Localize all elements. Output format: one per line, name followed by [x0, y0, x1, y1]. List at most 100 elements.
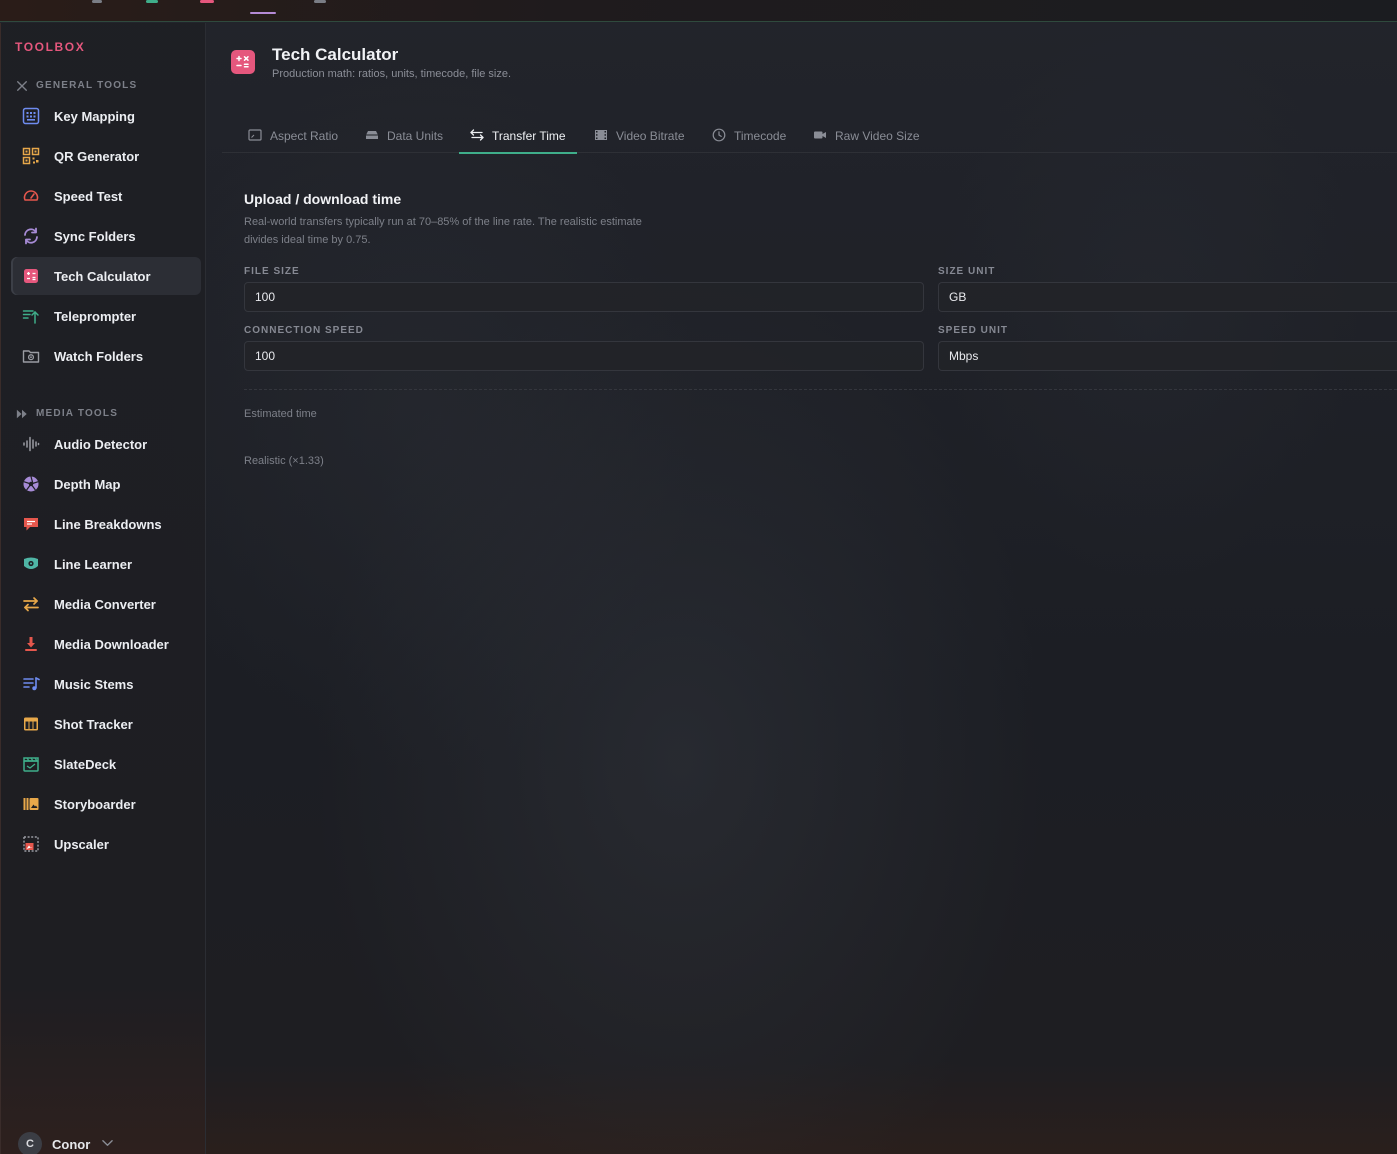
- sidebar-item-label: Watch Folders: [54, 348, 144, 364]
- general-tools-section-label: GENERAL TOOLS: [15, 79, 137, 92]
- page-title: Tech Calculator: [272, 45, 399, 64]
- tools-icon: [15, 79, 28, 92]
- download-icon: [21, 634, 41, 654]
- size-unit-select[interactable]: GB: [938, 282, 1397, 312]
- sidebar-item-media-converter[interactable]: Media Converter: [11, 585, 201, 623]
- file-size-label: FILE SIZE: [244, 266, 300, 277]
- sidebar-item-label: Upscaler: [54, 836, 109, 852]
- general-tools-label: GENERAL TOOLS: [36, 80, 138, 91]
- film-icon: [594, 128, 608, 145]
- sidebar-item-label: Speed Test: [54, 188, 123, 204]
- sidebar-item-shot-tracker[interactable]: Shot Tracker: [11, 705, 201, 743]
- watch-folder-icon: [21, 346, 41, 366]
- top-strip: [0, 0, 1397, 22]
- clapperboard-icon: [21, 754, 41, 774]
- sidebar-item-label: Media Converter: [54, 596, 156, 612]
- music-list-icon: [21, 674, 41, 694]
- top-tab-active-marker: [250, 12, 276, 14]
- sidebar-item-upscaler[interactable]: Upscaler: [11, 825, 201, 863]
- sidebar-item-tech-calculator[interactable]: Tech Calculator: [11, 257, 201, 295]
- storage-icon: [365, 128, 379, 145]
- connection-speed-input[interactable]: [244, 341, 924, 371]
- sidebar-item-label: Sync Folders: [54, 228, 136, 244]
- sidebar-item-label: Depth Map: [54, 476, 121, 492]
- sidebar-item-label: Media Downloader: [54, 636, 169, 652]
- sidebar-item-qr-generator[interactable]: QR Generator: [11, 137, 201, 175]
- tab-label: Data Units: [387, 129, 444, 143]
- user-menu[interactable]: C Conor: [18, 1132, 114, 1154]
- storyboard-icon: [21, 794, 41, 814]
- tab-label: Video Bitrate: [616, 129, 685, 143]
- speed-unit-select[interactable]: Mbps: [938, 341, 1397, 371]
- speed-unit-value: Mbps: [949, 349, 979, 363]
- estimated-time-label: Estimated time: [244, 408, 317, 420]
- size-unit-label: SIZE UNIT: [938, 266, 996, 277]
- calculator-icon: [21, 266, 41, 286]
- table-icon: [21, 714, 41, 734]
- tab-raw-video-size[interactable]: Raw Video Size: [802, 119, 931, 153]
- tab-timecode[interactable]: Timecode: [701, 119, 797, 153]
- upscale-icon: [21, 834, 41, 854]
- tab-video-bitrate[interactable]: Video Bitrate: [583, 119, 696, 153]
- fast-forward-icon: [15, 407, 28, 420]
- sidebar-item-line-breakdowns[interactable]: Line Breakdowns: [11, 505, 201, 543]
- sidebar-item-label: Shot Tracker: [54, 716, 133, 732]
- learner-icon: [21, 554, 41, 574]
- sidebar-item-sync-folders[interactable]: Sync Folders: [11, 217, 201, 255]
- sidebar-item-media-downloader[interactable]: Media Downloader: [11, 625, 201, 663]
- speedometer-icon: [21, 186, 41, 206]
- sidebar-item-music-stems[interactable]: Music Stems: [11, 665, 201, 703]
- aperture-icon: [21, 474, 41, 494]
- sidebar-item-label: Line Learner: [54, 556, 133, 572]
- sidebar: TOOLBOX GENERAL TOOLS Key Mapping QR Gen…: [0, 23, 206, 1154]
- transfer-arrows-icon: [470, 128, 484, 145]
- chevron-down-icon: [102, 1139, 114, 1150]
- aspect-ratio-icon: [248, 128, 262, 145]
- tab-label: Timecode: [734, 129, 787, 143]
- keyboard-icon: [21, 106, 41, 126]
- top-tab-marker: [146, 0, 158, 3]
- teleprompter-icon: [21, 306, 41, 326]
- media-tools-section-label: MEDIA TOOLS: [15, 407, 118, 420]
- page-subtitle: Production math: ratios, units, timecode…: [272, 68, 512, 80]
- sidebar-item-label: Line Breakdowns: [54, 516, 162, 532]
- avatar: C: [18, 1132, 42, 1154]
- tab-label: Aspect Ratio: [270, 129, 339, 143]
- top-tab-marker: [314, 0, 326, 3]
- tab-label: Raw Video Size: [835, 129, 920, 143]
- sidebar-item-label: Audio Detector: [54, 436, 148, 452]
- sidebar-item-slatedeck[interactable]: SlateDeck: [11, 745, 201, 783]
- sidebar-item-label: SlateDeck: [54, 756, 117, 772]
- size-unit-value: GB: [949, 290, 967, 304]
- sidebar-item-teleprompter[interactable]: Teleprompter: [11, 297, 201, 335]
- convert-arrows-icon: [21, 594, 41, 614]
- sidebar-item-label: Tech Calculator: [54, 268, 151, 284]
- sidebar-item-audio-detector[interactable]: Audio Detector: [11, 425, 201, 463]
- tab-label: Transfer Time: [492, 129, 566, 143]
- camera-icon: [813, 128, 827, 145]
- speed-unit-label: SPEED UNIT: [938, 325, 1009, 336]
- sidebar-item-depth-map[interactable]: Depth Map: [11, 465, 201, 503]
- qr-code-icon: [21, 146, 41, 166]
- clock-icon: [712, 128, 726, 145]
- sidebar-item-label: Key Mapping: [54, 108, 135, 124]
- tab-transfer-time[interactable]: Transfer Time: [459, 119, 577, 154]
- sidebar-item-watch-folders[interactable]: Watch Folders: [11, 337, 201, 375]
- section-title: Upload / download time: [244, 191, 402, 207]
- audio-waveform-icon: [21, 434, 41, 454]
- calculator-icon: [231, 50, 255, 74]
- section-description: Real-world transfers typically run at 70…: [244, 216, 642, 246]
- user-name: Conor: [52, 1136, 91, 1152]
- sidebar-item-storyboarder[interactable]: Storyboarder: [11, 785, 201, 823]
- connection-speed-label: CONNECTION SPEED: [244, 325, 364, 336]
- sidebar-item-key-mapping[interactable]: Key Mapping: [11, 97, 201, 135]
- file-size-input[interactable]: [244, 282, 924, 312]
- app-brand: TOOLBOX: [15, 40, 86, 54]
- sidebar-item-line-learner[interactable]: Line Learner: [11, 545, 201, 583]
- speech-bubble-icon: [21, 514, 41, 534]
- tab-aspect-ratio[interactable]: Aspect Ratio: [237, 119, 349, 153]
- tab-data-units[interactable]: Data Units: [354, 119, 454, 153]
- sidebar-item-label: Music Stems: [54, 676, 134, 692]
- sidebar-item-speed-test[interactable]: Speed Test: [11, 177, 201, 215]
- sidebar-item-label: QR Generator: [54, 148, 140, 164]
